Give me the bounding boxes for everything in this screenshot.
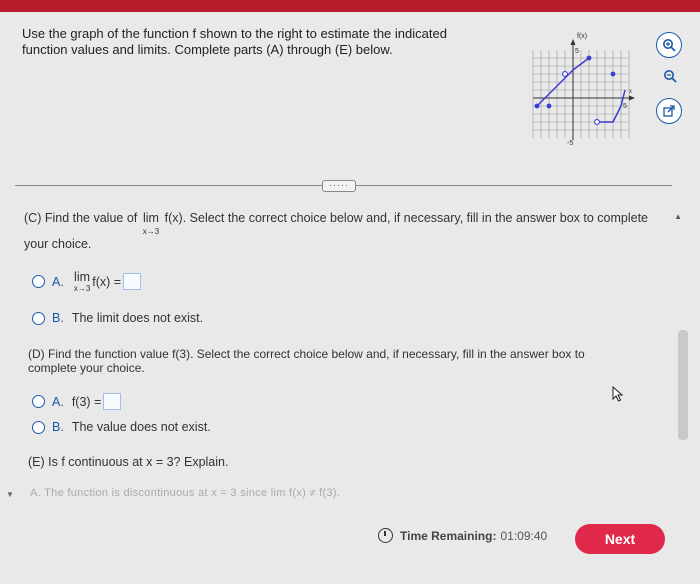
instructions: Use the graph of the function f shown to… [22, 26, 447, 57]
popout-button[interactable] [656, 98, 682, 124]
expand-button[interactable]: ····· [322, 180, 356, 192]
function-graph: f(x) x 5 5 -5 [532, 33, 635, 146]
answer-box-d[interactable] [103, 393, 122, 410]
zoom-in-button[interactable] [656, 32, 682, 58]
radio-button[interactable] [32, 420, 45, 434]
part-e-prompt: (E) Is f continuous at x = 3? Explain. [28, 455, 229, 469]
part-e-choice-a-cutoff: A. The function is discontinuous at x = … [30, 487, 341, 499]
graph-label-fx: f(x) [577, 33, 587, 40]
next-button[interactable]: Next [575, 524, 665, 554]
graph-point [610, 71, 616, 77]
limit-notation: lim x→3 [142, 211, 160, 236]
radio-button[interactable] [32, 311, 45, 325]
graph-label-x: x [629, 89, 632, 95]
graph-point [546, 103, 552, 109]
top-bar [0, 0, 700, 12]
zoom-out-icon [664, 70, 677, 83]
graph-tick-bottom: -5 [567, 140, 573, 146]
graph-tick-right: 5 [623, 103, 627, 110]
popout-icon [663, 105, 675, 117]
part-d-choice-b[interactable]: B. The value does not exist. [32, 420, 211, 434]
zoom-in-icon [663, 39, 676, 52]
graph-open-point [562, 71, 568, 77]
scroll-up-arrow[interactable]: ▲ [674, 212, 682, 221]
limit-notation: lim x→3 [73, 270, 91, 293]
answer-box-c[interactable] [123, 273, 142, 290]
scroll-left-arrow[interactable]: ▼ [6, 490, 14, 499]
part-c-prompt: (C) Find the value of lim x→3 f(x). Selec… [24, 211, 648, 251]
graph-tick-top: 5 [575, 48, 579, 55]
time-remaining: Time Remaining: 01:09:40 [378, 528, 547, 543]
scrollbar[interactable] [678, 330, 688, 440]
radio-button[interactable] [32, 395, 45, 408]
radio-button[interactable] [32, 275, 45, 288]
curve-left [536, 69, 574, 107]
graph-open-point [594, 119, 600, 125]
part-d-prompt: (D) Find the function value f(3). Select… [28, 347, 585, 375]
zoom-out-button[interactable] [658, 64, 682, 88]
graph-point [586, 55, 592, 61]
part-c-choice-b[interactable]: B. The limit does not exist. [32, 311, 203, 325]
part-d-choice-a[interactable]: A. f(3) = [32, 393, 122, 410]
mouse-cursor-icon [612, 386, 624, 402]
graph-point [534, 103, 540, 109]
clock-icon [378, 528, 393, 543]
part-c-choice-a[interactable]: A. lim x→3 f(x) = [32, 270, 142, 293]
